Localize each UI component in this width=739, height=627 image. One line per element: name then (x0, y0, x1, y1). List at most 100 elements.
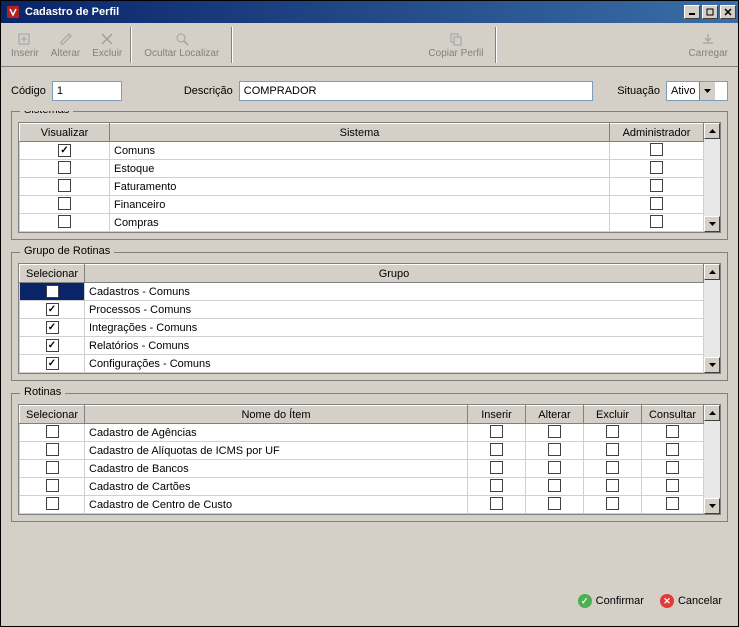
carregar-button[interactable]: Carregar (683, 25, 734, 65)
cell-grupo: Cadastros - Comuns (85, 283, 704, 301)
search-icon (174, 31, 190, 47)
codigo-input[interactable] (52, 81, 122, 101)
cancelar-button[interactable]: ✕ Cancelar (660, 594, 722, 608)
col-selecionar[interactable]: Selecionar (20, 265, 85, 283)
checkbox[interactable] (650, 143, 663, 156)
plus-icon (17, 31, 33, 47)
scroll-track[interactable] (704, 421, 720, 498)
table-row[interactable]: Configurações - Comuns (20, 355, 704, 373)
table-row[interactable]: Financeiro (20, 196, 704, 214)
checkbox[interactable] (46, 285, 59, 298)
scroll-track[interactable] (704, 280, 720, 357)
situacao-select[interactable]: Ativo (666, 81, 728, 101)
table-row[interactable]: Cadastro de Agências (20, 424, 704, 442)
table-row[interactable]: Faturamento (20, 178, 704, 196)
scroll-track[interactable] (704, 139, 720, 216)
checkbox[interactable] (46, 303, 59, 316)
col-nome[interactable]: Nome do Ítem (85, 406, 468, 424)
checkbox[interactable] (650, 215, 663, 228)
col-consultar[interactable]: Consultar (642, 406, 704, 424)
checkbox[interactable] (46, 357, 59, 370)
checkbox[interactable] (58, 215, 71, 228)
checkbox[interactable] (606, 425, 619, 438)
excluir-button[interactable]: Excluir (86, 25, 128, 65)
checkbox[interactable] (58, 144, 71, 157)
checkbox[interactable] (666, 479, 679, 492)
window-buttons (684, 5, 736, 19)
scroll-up-icon[interactable] (704, 405, 720, 421)
table-row[interactable]: Processos - Comuns (20, 301, 704, 319)
checkbox[interactable] (46, 479, 59, 492)
scrollbar[interactable] (704, 123, 720, 232)
col-administrador[interactable]: Administrador (610, 124, 704, 142)
scrollbar[interactable] (704, 264, 720, 373)
checkbox[interactable] (666, 497, 679, 510)
checkbox[interactable] (490, 461, 503, 474)
scroll-up-icon[interactable] (704, 264, 720, 280)
checkbox[interactable] (606, 479, 619, 492)
checkbox[interactable] (490, 497, 503, 510)
checkbox[interactable] (606, 461, 619, 474)
table-row[interactable]: Compras (20, 214, 704, 232)
checkbox[interactable] (490, 425, 503, 438)
minimize-button[interactable] (684, 5, 700, 19)
checkbox[interactable] (490, 479, 503, 492)
checkbox[interactable] (666, 443, 679, 456)
inserir-button[interactable]: Inserir (5, 25, 45, 65)
table-row[interactable]: Cadastro de Cartões (20, 478, 704, 496)
scroll-down-icon[interactable] (704, 498, 720, 514)
checkbox[interactable] (650, 161, 663, 174)
confirmar-button[interactable]: ✓ Confirmar (578, 594, 644, 608)
checkbox[interactable] (666, 461, 679, 474)
col-inserir[interactable]: Inserir (468, 406, 526, 424)
descricao-input[interactable] (239, 81, 593, 101)
checkbox[interactable] (548, 425, 561, 438)
table-row[interactable]: Cadastro de Bancos (20, 460, 704, 478)
checkbox[interactable] (58, 179, 71, 192)
col-grupo[interactable]: Grupo (85, 265, 704, 283)
scroll-down-icon[interactable] (704, 357, 720, 373)
checkbox[interactable] (46, 443, 59, 456)
table-row[interactable]: Cadastro de Centro de Custo (20, 496, 704, 514)
checkbox[interactable] (46, 461, 59, 474)
scroll-down-icon[interactable] (704, 216, 720, 232)
col-alterar[interactable]: Alterar (526, 406, 584, 424)
col-visualizar[interactable]: Visualizar (20, 124, 110, 142)
table-row[interactable]: Comuns (20, 142, 704, 160)
checkbox[interactable] (46, 339, 59, 352)
table-row[interactable]: Cadastro de Alíquotas de ICMS por UF (20, 442, 704, 460)
col-sistema[interactable]: Sistema (110, 124, 610, 142)
checkbox[interactable] (548, 497, 561, 510)
checkbox[interactable] (490, 443, 503, 456)
table-row[interactable]: Cadastros - Comuns (20, 283, 704, 301)
checkbox[interactable] (548, 479, 561, 492)
checkbox[interactable] (606, 497, 619, 510)
checkbox[interactable] (46, 497, 59, 510)
checkbox[interactable] (606, 443, 619, 456)
ocultar-localizar-button[interactable]: Ocultar Localizar (134, 25, 229, 65)
alterar-button[interactable]: Alterar (45, 25, 86, 65)
scroll-up-icon[interactable] (704, 123, 720, 139)
checkbox[interactable] (58, 161, 71, 174)
situacao-label: Situação (617, 85, 660, 97)
checkbox[interactable] (650, 197, 663, 210)
col-excluir[interactable]: Excluir (584, 406, 642, 424)
checkbox[interactable] (650, 179, 663, 192)
checkbox[interactable] (46, 425, 59, 438)
table-row[interactable]: Relatórios - Comuns (20, 337, 704, 355)
copiar-perfil-button[interactable]: Copiar Perfil (418, 25, 493, 65)
col-selecionar[interactable]: Selecionar (20, 406, 85, 424)
sistemas-grid-wrap: Visualizar Sistema Administrador ComunsE… (18, 122, 721, 233)
checkbox[interactable] (58, 197, 71, 210)
checkbox[interactable] (548, 461, 561, 474)
titlebar: Cadastro de Perfil (1, 1, 738, 23)
checkbox[interactable] (46, 321, 59, 334)
maximize-button[interactable] (702, 5, 718, 19)
scrollbar[interactable] (704, 405, 720, 514)
sistemas-group: Sistemas Visualizar Sistema Administrado… (11, 111, 728, 240)
checkbox[interactable] (666, 425, 679, 438)
checkbox[interactable] (548, 443, 561, 456)
close-button[interactable] (720, 5, 736, 19)
table-row[interactable]: Integrações - Comuns (20, 319, 704, 337)
table-row[interactable]: Estoque (20, 160, 704, 178)
